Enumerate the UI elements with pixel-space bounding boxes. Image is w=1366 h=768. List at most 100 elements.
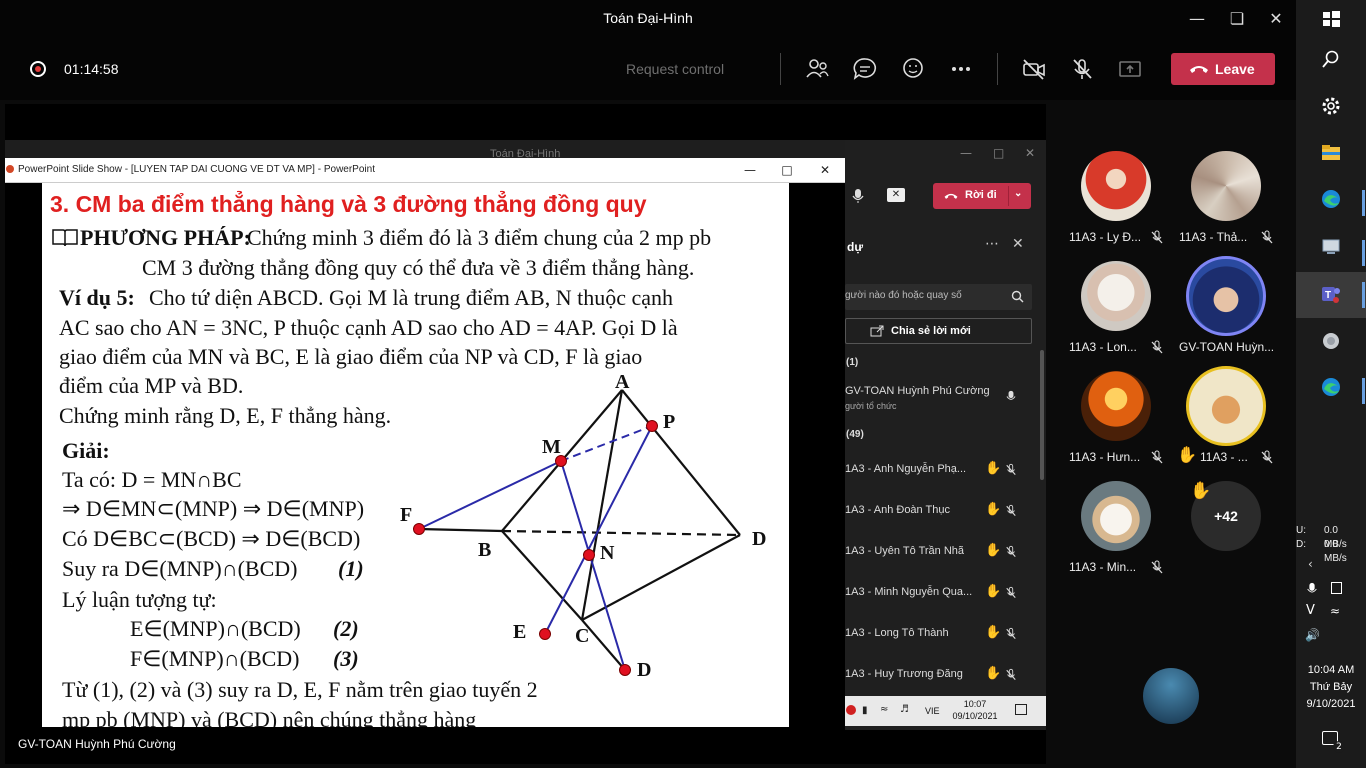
edge-browser-icon[interactable] bbox=[1320, 188, 1342, 210]
wifi-tray-icon[interactable]: ≈ bbox=[1330, 604, 1340, 618]
chat-icon[interactable] bbox=[852, 56, 878, 82]
raised-hand-icon: ✋ bbox=[985, 666, 1002, 681]
organizer-name: GV-TOAN Huỳnh Phú Cường bbox=[845, 385, 990, 397]
slide: A B C D D M N P E F 3. CM ba điểm thẳng … bbox=[42, 183, 789, 727]
participant-name: GV-TOAN Huỳn... bbox=[1179, 340, 1275, 354]
line-MN bbox=[560, 460, 626, 671]
method-text: Chứng minh 3 điểm đó là 3 điểm chung của… bbox=[247, 225, 712, 250]
wifi-icon: ≈ bbox=[880, 704, 889, 715]
net-down-value: 0.0 MB/s bbox=[1324, 539, 1347, 564]
network-computer-icon[interactable] bbox=[1320, 236, 1342, 258]
system-clock[interactable]: 10:04 AM Thứ Bảy 9/10/2021 bbox=[1296, 662, 1366, 713]
participants-icon[interactable] bbox=[804, 56, 830, 82]
chevron-down-icon: ⌄ bbox=[1014, 188, 1023, 199]
point-P bbox=[646, 420, 658, 432]
clock-date: 9/10/2021 bbox=[1306, 698, 1356, 710]
label-D: D bbox=[752, 528, 766, 550]
muted-mic-icon bbox=[1261, 450, 1273, 464]
avatar[interactable] bbox=[1081, 151, 1151, 221]
avatar[interactable] bbox=[1081, 481, 1151, 551]
inner-search-placeholder: gười nào đó hoặc quay số bbox=[845, 290, 962, 301]
svg-text:T: T bbox=[1325, 290, 1331, 301]
solution-line: Lý luận tượng tự: bbox=[62, 587, 217, 612]
solution-line: Suy ra D∈(MNP)∩(BCD) bbox=[62, 556, 298, 581]
muted-mic-icon bbox=[1006, 463, 1016, 476]
ppt-maximize-icon[interactable]: □ bbox=[772, 160, 802, 180]
leave-button[interactable]: Leave bbox=[1171, 53, 1275, 85]
participant-name: 11A3 - Ly Đ... bbox=[1069, 230, 1142, 244]
notification-icon bbox=[1015, 704, 1027, 715]
net-down-label: D: bbox=[1296, 539, 1306, 550]
avatar-raised-hand[interactable] bbox=[1186, 366, 1266, 446]
participant-name: 11A3 - Min... bbox=[1069, 560, 1137, 574]
avatar-speaking[interactable] bbox=[1186, 256, 1266, 336]
label-D-intersect: D bbox=[637, 659, 651, 681]
method-label: PHƯƠNG PHÁP: bbox=[80, 225, 251, 250]
search-icon bbox=[1011, 290, 1024, 303]
solution-tag: (1) bbox=[338, 556, 364, 581]
windows-start-icon[interactable] bbox=[1320, 8, 1342, 30]
raised-hand-icon: ✋ bbox=[985, 584, 1002, 599]
example-line: Chứng minh rằng D, E, F thẳng hàng. bbox=[59, 403, 392, 428]
organizer-role: gười tổ chức bbox=[845, 401, 897, 411]
mic-icon bbox=[1006, 390, 1016, 400]
raised-hand-icon: ✋ bbox=[1190, 481, 1212, 501]
teams-icon[interactable]: T bbox=[1320, 283, 1342, 305]
edge-browser-icon[interactable] bbox=[1320, 376, 1342, 398]
label-N: N bbox=[600, 542, 615, 564]
app-icon[interactable] bbox=[1320, 330, 1342, 352]
reactions-icon[interactable] bbox=[900, 56, 926, 82]
inner-phone-icon bbox=[944, 193, 958, 199]
phone-hangup-icon bbox=[1190, 66, 1208, 73]
avatar[interactable] bbox=[1081, 371, 1151, 441]
example-label: Ví dụ 5: bbox=[59, 285, 135, 310]
volume-tray-icon[interactable]: 🔊 bbox=[1305, 628, 1320, 642]
inner-search-box: gười nào đó hoặc quay số bbox=[845, 284, 1032, 310]
active-indicator bbox=[1362, 378, 1365, 404]
slide-heading: 3. CM ba điểm thẳng hàng và 3 đường thẳn… bbox=[50, 191, 647, 217]
inner-taskbar-date: 09/10/2021 bbox=[952, 711, 998, 721]
display-tray-icon[interactable] bbox=[1331, 582, 1342, 594]
more-options-icon[interactable] bbox=[948, 56, 974, 82]
point-E bbox=[539, 628, 551, 640]
search-icon[interactable] bbox=[1320, 48, 1342, 70]
close-icon[interactable]: ✕ bbox=[1253, 6, 1299, 32]
solution-line: Từ (1), (2) và (3) suy ra D, E, F nằm tr… bbox=[62, 677, 538, 702]
ppt-close-icon[interactable]: ✕ bbox=[810, 160, 840, 180]
mic-off-icon[interactable] bbox=[1069, 56, 1095, 82]
share-tray-icon[interactable] bbox=[1117, 56, 1143, 82]
raised-hand-icon: ✋ bbox=[985, 502, 1002, 517]
ppt-minimize-icon[interactable]: — bbox=[735, 160, 765, 180]
label-B: B bbox=[478, 539, 491, 561]
inner-scrollbar bbox=[1040, 350, 1044, 480]
muted-mic-icon bbox=[1006, 504, 1016, 517]
solution-line: F∈(MNP)∩(BCD) bbox=[130, 646, 300, 671]
solution-line: E∈(MNP)∩(BCD) bbox=[130, 616, 301, 641]
active-indicator bbox=[1362, 190, 1365, 216]
active-indicator bbox=[1362, 240, 1365, 266]
avatar[interactable] bbox=[1191, 151, 1261, 221]
vpn-tray-icon[interactable]: V bbox=[1306, 603, 1315, 618]
edge-AC bbox=[580, 389, 624, 621]
battery-icon: ▮ bbox=[862, 705, 868, 716]
tray-chevron-icon[interactable]: ‹ bbox=[1308, 557, 1313, 571]
settings-gear-icon[interactable] bbox=[1320, 95, 1342, 117]
muted-mic-icon bbox=[1151, 340, 1163, 354]
file-explorer-icon[interactable] bbox=[1320, 142, 1342, 164]
microphone-tray-icon[interactable] bbox=[1306, 582, 1318, 596]
self-view-avatar[interactable] bbox=[1143, 668, 1199, 724]
inner-pane-close-icon: ✕ bbox=[1012, 236, 1024, 252]
edge-AD bbox=[621, 389, 741, 536]
participant-name: 11A3 - Hưn... bbox=[1069, 450, 1141, 464]
point-D-intersect bbox=[619, 664, 631, 676]
muted-mic-icon bbox=[1006, 545, 1016, 558]
camera-off-icon[interactable] bbox=[1021, 56, 1047, 82]
solution-line: ⇒ D∈MN⊂(MNP) ⇒ D∈(MNP) bbox=[62, 496, 365, 521]
avatar[interactable] bbox=[1081, 261, 1151, 331]
inner-camera-icon: ✕ bbox=[887, 188, 905, 202]
net-up-label: U: bbox=[1296, 525, 1306, 536]
ext-BD bbox=[418, 527, 503, 533]
example-line: giao điểm của MN và BC, E là giao điểm c… bbox=[59, 344, 643, 369]
point-N bbox=[583, 549, 595, 561]
request-control-button[interactable]: Request control bbox=[626, 61, 724, 77]
